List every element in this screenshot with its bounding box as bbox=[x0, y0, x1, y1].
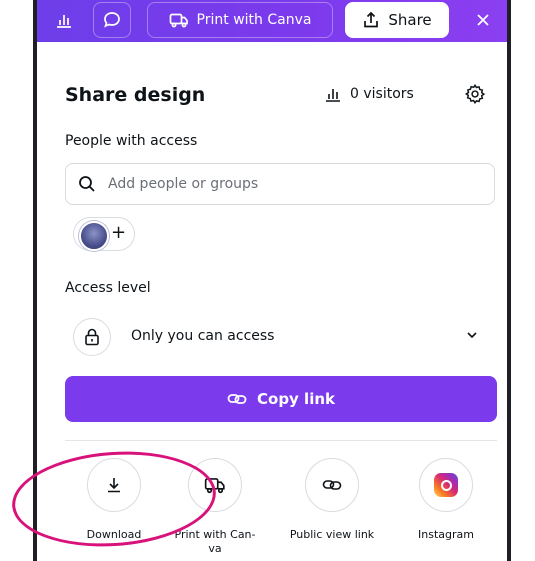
access-level-value: Only you can access bbox=[131, 328, 275, 344]
public-view-link-label: Public view link bbox=[289, 528, 375, 541]
add-people-field[interactable] bbox=[65, 163, 495, 205]
instagram-icon bbox=[434, 473, 458, 497]
add-collaborator-icon: + bbox=[111, 222, 127, 243]
add-people-input[interactable] bbox=[106, 175, 470, 193]
print-with-canva-option-label: Print with Can- va bbox=[174, 528, 256, 555]
chevron-down-icon bbox=[467, 332, 477, 339]
bar-chart-icon bbox=[57, 15, 71, 28]
comment-icon bbox=[104, 12, 120, 28]
link-icon bbox=[227, 394, 247, 404]
link-icon bbox=[322, 480, 342, 490]
panel-title: Share design bbox=[65, 84, 206, 106]
lock-icon-container bbox=[73, 318, 111, 356]
print-with-canva-label: Print with Canva bbox=[196, 12, 312, 28]
upload-icon bbox=[364, 11, 379, 28]
visitors-button[interactable]: 0 visitors bbox=[324, 86, 414, 102]
people-with-access-label: People with access bbox=[65, 133, 198, 149]
copy-link-label: Copy link bbox=[257, 390, 335, 408]
instagram-label: Instagram bbox=[418, 528, 474, 541]
instagram-button[interactable] bbox=[419, 458, 473, 512]
print-with-canva-button[interactable]: Print with Canva bbox=[147, 2, 333, 38]
public-view-link-option[interactable]: Public view link bbox=[282, 458, 382, 542]
close-icon bbox=[477, 14, 489, 26]
visitors-count: 0 visitors bbox=[350, 86, 414, 102]
close-button[interactable] bbox=[465, 2, 501, 38]
settings-button[interactable] bbox=[461, 80, 489, 108]
search-icon bbox=[79, 176, 95, 192]
avatar bbox=[79, 221, 109, 251]
lock-icon bbox=[85, 328, 99, 346]
share-button[interactable]: Share bbox=[345, 2, 449, 38]
truck-icon bbox=[169, 13, 188, 28]
insights-button[interactable] bbox=[47, 2, 81, 38]
top-toolbar: Print with Canva Share bbox=[37, 0, 507, 42]
collaborator-avatar-group[interactable]: + bbox=[73, 217, 135, 251]
bar-chart-icon bbox=[326, 89, 340, 102]
comment-button[interactable] bbox=[93, 2, 131, 38]
access-level-label: Access level bbox=[65, 280, 151, 296]
copy-link-button[interactable]: Copy link bbox=[65, 376, 497, 422]
gear-icon bbox=[464, 83, 486, 104]
frame-right-edge bbox=[507, 0, 511, 561]
divider bbox=[65, 440, 497, 441]
instagram-option[interactable]: Instagram bbox=[396, 458, 496, 542]
share-label: Share bbox=[388, 11, 432, 29]
public-link-button[interactable] bbox=[305, 458, 359, 512]
access-level-dropdown[interactable]: Only you can access bbox=[65, 314, 495, 360]
